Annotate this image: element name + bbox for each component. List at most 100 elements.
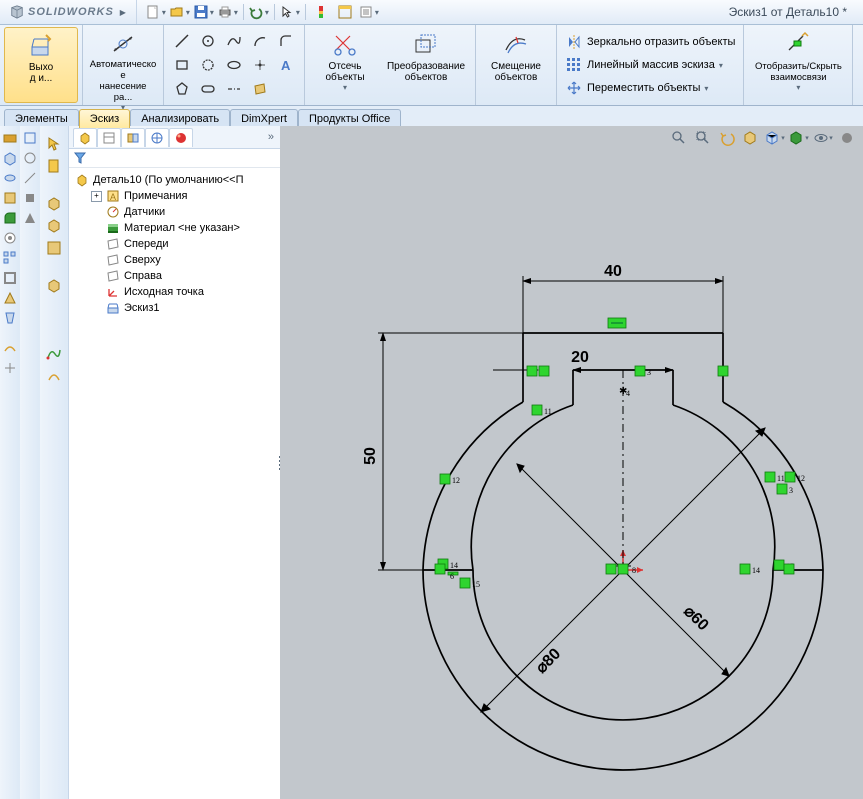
centerline-tool[interactable]: [222, 78, 246, 100]
fm-assembly-icon[interactable]: [46, 218, 62, 234]
tree-sensors[interactable]: Датчики: [69, 204, 280, 220]
app-name: SOLIDWORKS: [28, 6, 114, 18]
rectangle-tool[interactable]: [170, 54, 194, 76]
mirror-entities-button[interactable]: Зеркально отразить объекты: [565, 31, 735, 53]
offset-entities-button[interactable]: Смещениеобъектов: [480, 27, 552, 103]
smart-dimension-button[interactable]: Автоматическоенанесение ра... ▾: [87, 27, 159, 103]
display-relations-button[interactable]: Отобразить/Скрытьвзаимосвязи ▾: [748, 27, 848, 103]
fm-tab-feature-tree[interactable]: [73, 128, 97, 147]
svg-text:3: 3: [647, 368, 651, 377]
rib-icon[interactable]: [2, 290, 18, 306]
perimeter-circle-tool[interactable]: [196, 54, 220, 76]
sketch-tools-grid: A: [168, 27, 300, 103]
cut-icon[interactable]: [2, 190, 18, 206]
circle-tool[interactable]: [196, 30, 220, 52]
fm-tab-property[interactable]: [97, 128, 121, 147]
tree-sketch1[interactable]: Эскиз1: [69, 300, 280, 316]
tool-icon-3[interactable]: [22, 170, 38, 186]
shell-icon[interactable]: [2, 270, 18, 286]
fm-spline-icon[interactable]: [46, 346, 62, 362]
tab-sketch[interactable]: Эскиз: [79, 109, 130, 128]
trim-entities-button[interactable]: Отсечьобъекты ▾: [309, 27, 381, 103]
dim-d80[interactable]: ⌀80: [533, 645, 564, 676]
document-title: Эскиз1 от Деталь10 *: [388, 5, 863, 19]
rebuild-button[interactable]: [310, 2, 332, 22]
svg-text:A: A: [281, 58, 291, 73]
plane-tool[interactable]: [248, 78, 272, 100]
fm-doc-icon[interactable]: [46, 158, 62, 174]
fm-tab-bar: »: [69, 126, 280, 149]
ellipse-tool[interactable]: [222, 54, 246, 76]
fm-tab-render[interactable]: [169, 128, 193, 147]
reference-icon[interactable]: [2, 360, 18, 376]
tree-right-plane[interactable]: Справа: [69, 268, 280, 284]
dim-40[interactable]: 40: [604, 263, 622, 280]
tool-icon-2[interactable]: [22, 150, 38, 166]
quick-access-toolbar: [137, 0, 388, 24]
tree-material[interactable]: Материал <не указан>: [69, 220, 280, 236]
undo-button[interactable]: [248, 2, 270, 22]
select-button[interactable]: [279, 2, 301, 22]
fm-filter-bar[interactable]: [69, 149, 280, 168]
document-properties-button[interactable]: [358, 2, 380, 22]
save-button[interactable]: [193, 2, 215, 22]
open-button[interactable]: [169, 2, 191, 22]
fm-curve-icon[interactable]: [46, 368, 62, 384]
fm-drawing-icon[interactable]: [46, 240, 62, 256]
tree-origin[interactable]: Исходная точка: [69, 284, 280, 300]
convert-entities-button[interactable]: Преобразованиеобъектов: [381, 27, 471, 103]
tool-icon-1[interactable]: [22, 130, 38, 146]
svg-text:8: 8: [632, 566, 636, 575]
print-button[interactable]: [217, 2, 239, 22]
pattern-feature-icon[interactable]: [2, 250, 18, 266]
revolve-icon[interactable]: [2, 170, 18, 186]
fm-tab-configuration[interactable]: [121, 128, 145, 147]
extrude-icon[interactable]: [2, 150, 18, 166]
fm-tab-dimxpert[interactable]: [145, 128, 169, 147]
ribbon: Выход и... Автоматическоенанесение ра...…: [0, 25, 863, 106]
fm-part-icon[interactable]: [46, 196, 62, 212]
repair-sketch-button[interactable]: Исправиэскиз: [857, 27, 863, 103]
draft-icon[interactable]: [2, 310, 18, 326]
move-entities-button[interactable]: Переместить объекты ▾: [565, 77, 735, 99]
view-icon[interactable]: [2, 130, 18, 146]
tree-annotations[interactable]: + A Примечания: [69, 188, 280, 204]
construction-tool[interactable]: [274, 78, 298, 100]
pattern-tools: Зеркально отразить объекты Линейный масс…: [561, 27, 739, 103]
slot-tool[interactable]: [196, 78, 220, 100]
svg-text:11: 11: [777, 474, 785, 483]
options-button[interactable]: [334, 2, 356, 22]
left-toolbar-2: [20, 126, 41, 799]
tree-top-plane[interactable]: Сверху: [69, 252, 280, 268]
fillet-tool[interactable]: [274, 30, 298, 52]
sketch-drawing: 40 20 50 ⌀60: [280, 126, 863, 799]
hole-icon[interactable]: [2, 230, 18, 246]
text-tool[interactable]: A: [274, 54, 298, 76]
polygon-tool[interactable]: [170, 78, 194, 100]
dim-20[interactable]: 20: [571, 349, 589, 366]
funnel-icon: [73, 151, 87, 165]
svg-text:14: 14: [450, 561, 458, 570]
linear-pattern-button[interactable]: Линейный массив эскиза ▾: [565, 54, 735, 76]
fm-body-icon[interactable]: [46, 278, 62, 294]
point-tool[interactable]: [248, 54, 272, 76]
line-tool[interactable]: [170, 30, 194, 52]
tool-icon-4[interactable]: [22, 190, 38, 206]
spline-tool[interactable]: [222, 30, 246, 52]
exit-sketch-button[interactable]: Выход и...: [4, 27, 78, 103]
fillet-feature-icon[interactable]: [2, 210, 18, 226]
dim-50[interactable]: 50: [362, 447, 379, 465]
fm-select-icon[interactable]: [46, 136, 62, 152]
tool-icon-5[interactable]: [22, 210, 38, 226]
graphics-area[interactable]: ▾ ▾ ▾: [280, 126, 863, 799]
arc-tool[interactable]: [248, 30, 272, 52]
solidworks-icon: [10, 5, 24, 19]
new-button[interactable]: [145, 2, 167, 22]
feature-tree[interactable]: Деталь10 (По умолчанию<<П + A Примечания…: [69, 168, 280, 799]
curve-icon[interactable]: [2, 340, 18, 356]
dim-d60[interactable]: ⌀60: [680, 603, 711, 634]
tree-front-plane[interactable]: Спереди: [69, 236, 280, 252]
fm-expand-icon[interactable]: »: [268, 131, 274, 143]
tree-root[interactable]: Деталь10 (По умолчанию<<П: [69, 172, 280, 188]
chevron-down-icon[interactable]: ▶: [120, 8, 126, 17]
